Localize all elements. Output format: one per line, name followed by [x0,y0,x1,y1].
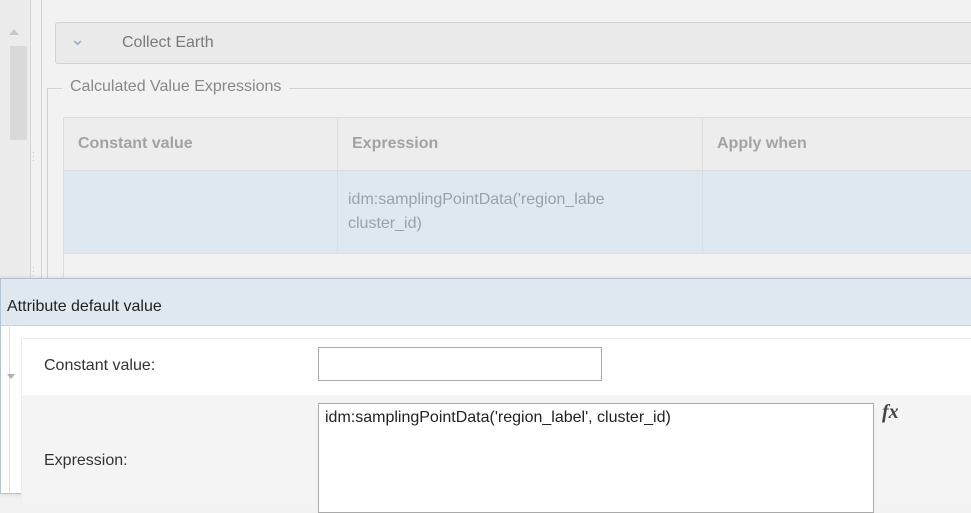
scroll-thumb[interactable] [10,46,27,140]
expression-row: Expression: idm:samplingPointData('regio… [21,395,971,505]
calculated-values-legend: Calculated Value Expressions [62,78,289,96]
expression-textarea[interactable]: idm:samplingPointData('region_label', cl… [318,403,874,513]
function-fx-icon[interactable]: fx [882,401,899,424]
dialog-title-bar[interactable]: Attribute default value [1,279,971,326]
expression-label: Expression: [44,452,128,470]
constant-value-label: Constant value: [44,357,155,375]
column-header-apply-when[interactable]: Apply when [703,118,971,171]
splitter-grip-icon[interactable]: ··· [32,150,35,162]
chevron-down-icon[interactable]: ⌄ [70,29,85,50]
scroll-up-arrow-icon[interactable] [9,29,19,35]
column-header-constant[interactable]: Constant value [64,118,338,171]
constant-value-input[interactable] [318,347,602,381]
cell-apply-when [703,171,971,254]
calculated-values-table: Constant value Expression Apply when idm… [63,117,971,254]
dialog-title: Attribute default value [7,298,162,316]
collapse-arrow-icon [7,374,15,379]
attribute-default-value-dialog: Attribute default value Constant value: … [0,278,971,494]
cell-constant [64,171,338,254]
splitter-grip-icon[interactable]: ··· [32,265,35,277]
column-header-expression[interactable]: Expression [338,118,703,171]
dialog-divider [9,325,10,493]
collect-earth-title: Collect Earth [122,34,214,52]
cell-expression: idm:samplingPointData('region_labe clust… [338,171,703,254]
collect-earth-panel-header[interactable]: ⌄ Collect Earth [55,22,971,64]
fieldset-border-left [47,88,48,288]
table-row[interactable]: idm:samplingPointData('region_labe clust… [64,171,971,254]
constant-value-row: Constant value: [21,338,971,394]
